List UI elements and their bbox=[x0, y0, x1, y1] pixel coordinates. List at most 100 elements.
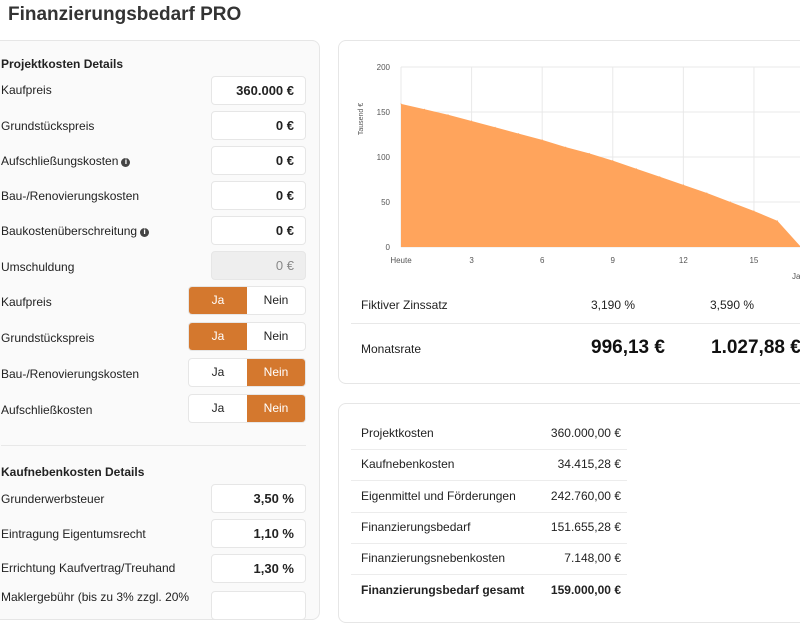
baukostenueberschreitung-text: Baukostenüberschreitung bbox=[1, 224, 138, 238]
x-tick-label: 15 bbox=[749, 256, 758, 265]
summary-value: 360.000,00 € bbox=[550, 426, 621, 440]
y-tick-label: 100 bbox=[377, 153, 391, 162]
x-tick-label: 6 bbox=[540, 256, 545, 265]
data-point bbox=[635, 168, 637, 170]
toggle-kaufpreis-ja[interactable]: Ja bbox=[189, 287, 247, 314]
toggle-kaufpreis-label: Kaufpreis bbox=[1, 295, 52, 309]
summary-label-total: Finanzierungsbedarf gesamt bbox=[361, 583, 525, 597]
umschuldung-input: 0 € bbox=[211, 251, 306, 280]
info-icon[interactable]: i bbox=[140, 228, 150, 237]
grunderwerbsteuer-input[interactable]: 3,50 % bbox=[211, 484, 306, 513]
data-point bbox=[588, 152, 590, 154]
toggle-baukosten-nein[interactable]: Nein bbox=[247, 359, 305, 386]
y-tick-label: 200 bbox=[377, 63, 391, 72]
summary-label: Finanzierungsnebenkosten bbox=[361, 551, 506, 565]
kaufpreis-input[interactable]: 360.000 € bbox=[211, 76, 306, 105]
eintragung-input[interactable]: 1,10 % bbox=[211, 519, 306, 548]
toggle-baukosten: Ja Nein bbox=[188, 358, 306, 387]
toggle-grundstueckspreis: Ja Nein bbox=[188, 322, 306, 351]
divider bbox=[351, 449, 627, 450]
summary-label: Eigenmittel und Förderungen bbox=[361, 489, 516, 503]
summary-value-total: 159.000,00 € bbox=[550, 583, 621, 597]
data-point bbox=[706, 192, 708, 194]
aufschliessungskosten-text: Aufschließungskosten bbox=[1, 154, 119, 168]
zinssatz-label: Fiktiver Zinssatz bbox=[361, 298, 448, 312]
baukostenueberschreitung-label: Baukostenüberschreitung i bbox=[1, 224, 150, 238]
summary-value: 242.760,00 € bbox=[550, 489, 621, 503]
chart-panel: 0 50 100 150 200 Heute 3 6 9 12 15 Tausend € Ja Fikt… bbox=[338, 40, 800, 384]
toggle-aufschliesskosten-nein[interactable]: Nein bbox=[247, 395, 305, 422]
debt-area bbox=[401, 103, 800, 247]
toggle-aufschliesskosten-label: Aufschließkosten bbox=[1, 403, 93, 417]
data-point bbox=[447, 114, 449, 116]
data-point bbox=[659, 176, 661, 178]
toggle-grundstueckspreis-ja[interactable]: Ja bbox=[189, 323, 247, 350]
zinssatz-value-1: 3,190 % bbox=[591, 298, 636, 312]
data-point bbox=[565, 146, 567, 148]
details-panel: Projektkosten Details Kaufpreis 360.000 … bbox=[0, 40, 320, 620]
kaufnebenkosten-heading: Kaufnebenkosten Details bbox=[1, 465, 145, 479]
x-tick-label: 9 bbox=[611, 256, 616, 265]
monatsrate-label: Monatsrate bbox=[361, 342, 422, 356]
remaining-debt-chart: 0 50 100 150 200 Heute 3 6 9 12 15 Tausend € Ja bbox=[358, 63, 800, 281]
y-tick-label: 0 bbox=[386, 243, 391, 252]
baukostenueberschreitung-input[interactable]: 0 € bbox=[211, 216, 306, 245]
monatsrate-value-2: 1.027,88 € bbox=[711, 337, 800, 358]
baukosten-label: Bau-/Renovierungskosten bbox=[1, 189, 140, 203]
data-point bbox=[518, 133, 520, 135]
projektkosten-heading: Projektkosten Details bbox=[1, 57, 124, 71]
summary-value: 34.415,28 € bbox=[557, 457, 621, 471]
toggle-aufschliesskosten: Ja Nein bbox=[188, 394, 306, 423]
data-point bbox=[471, 120, 473, 122]
maklergebuehr-input[interactable] bbox=[211, 591, 306, 620]
divider bbox=[351, 480, 627, 481]
summary-label: Finanzierungsbedarf bbox=[361, 520, 471, 534]
kaufvertrag-label: Errichtung Kaufvertrag/Treuhand bbox=[1, 561, 176, 575]
grundstueckspreis-label: Grundstückspreis bbox=[1, 119, 95, 133]
summary-label: Projektkosten bbox=[361, 426, 434, 440]
summary-panel: Projektkosten 360.000,00 € Kaufnebenkost… bbox=[338, 403, 800, 623]
toggle-baukosten-ja[interactable]: Ja bbox=[189, 359, 247, 386]
data-point bbox=[424, 108, 426, 110]
toggle-kaufpreis: Ja Nein bbox=[188, 286, 306, 315]
data-point bbox=[612, 160, 614, 162]
summary-label: Kaufnebenkosten bbox=[361, 457, 455, 471]
data-point bbox=[682, 184, 684, 186]
y-axis-label: Tausend € bbox=[358, 103, 365, 135]
summary-value: 7.148,00 € bbox=[564, 551, 621, 565]
toggle-baukosten-label: Bau-/Renovierungskosten bbox=[1, 367, 140, 381]
kaufvertrag-input[interactable]: 1,30 % bbox=[211, 554, 306, 583]
aufschliessungskosten-label: Aufschließungskosten i bbox=[1, 154, 131, 168]
divider bbox=[1, 445, 306, 446]
x-tick-label: 12 bbox=[679, 256, 688, 265]
monatsrate-value-1: 996,13 € bbox=[591, 337, 665, 358]
divider bbox=[351, 543, 627, 544]
maklergebuehr-label: Maklergebühr (bis zu 3% zzgl. 20% bbox=[1, 590, 190, 604]
umschuldung-label: Umschuldung bbox=[1, 260, 75, 274]
divider bbox=[351, 512, 627, 513]
toggle-grundstueckspreis-label: Grundstückspreis bbox=[1, 331, 95, 345]
toggle-aufschliesskosten-ja[interactable]: Ja bbox=[189, 395, 247, 422]
kaufpreis-label: Kaufpreis bbox=[1, 83, 52, 97]
data-point bbox=[753, 210, 755, 212]
data-point bbox=[776, 220, 778, 222]
toggle-kaufpreis-nein[interactable]: Nein bbox=[247, 287, 305, 314]
baukosten-input[interactable]: 0 € bbox=[211, 181, 306, 210]
divider bbox=[351, 574, 627, 575]
y-tick-label: 50 bbox=[381, 198, 390, 207]
y-tick-label: 150 bbox=[377, 108, 391, 117]
data-point bbox=[400, 103, 402, 105]
info-icon[interactable]: i bbox=[121, 158, 131, 167]
x-tick-label: Heute bbox=[390, 256, 412, 265]
grundstueckspreis-input[interactable]: 0 € bbox=[211, 111, 306, 140]
data-point bbox=[494, 126, 496, 128]
toggle-grundstueckspreis-nein[interactable]: Nein bbox=[247, 323, 305, 350]
data-point bbox=[541, 139, 543, 141]
x-axis-label: Ja bbox=[792, 272, 800, 281]
grunderwerbsteuer-label: Grunderwerbsteuer bbox=[1, 492, 105, 506]
eintragung-label: Eintragung Eigentumsrecht bbox=[1, 527, 146, 541]
summary-value: 151.655,28 € bbox=[550, 520, 621, 534]
data-point bbox=[729, 201, 731, 203]
x-tick-label: 3 bbox=[469, 256, 474, 265]
aufschliessungskosten-input[interactable]: 0 € bbox=[211, 146, 306, 175]
